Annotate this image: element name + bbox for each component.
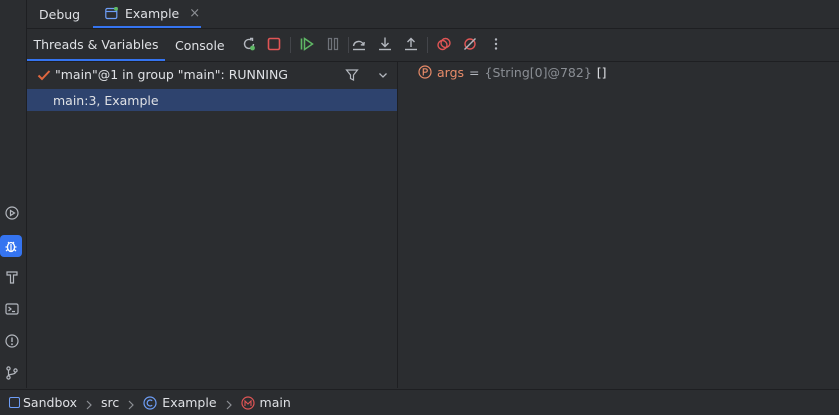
breadcrumb-class[interactable]: Example xyxy=(162,395,216,410)
tab-example[interactable]: Example × xyxy=(93,0,201,28)
project-icon xyxy=(9,397,20,408)
toolbar-divider xyxy=(348,37,349,53)
debug-tool-window-header: Debug Example × xyxy=(27,0,839,29)
breadcrumb-folder[interactable]: src xyxy=(101,395,119,410)
git-branch-icon[interactable] xyxy=(2,363,22,383)
thread-label: "main"@1 in group "main": RUNNING xyxy=(55,67,288,82)
tab-threads-variables[interactable]: Threads & Variables xyxy=(27,29,165,61)
variable-name: args xyxy=(437,64,465,80)
variable-equals: = xyxy=(469,64,480,80)
build-hammer-icon[interactable] xyxy=(2,267,22,287)
resume-icon[interactable] xyxy=(298,35,316,53)
tab-console[interactable]: Console xyxy=(175,29,225,61)
frame-label: main:3, Example xyxy=(53,92,159,108)
tab-threads-variables-label: Threads & Variables xyxy=(33,36,159,52)
step-out-icon[interactable] xyxy=(402,35,420,53)
problems-icon[interactable] xyxy=(2,331,22,351)
step-into-icon[interactable] xyxy=(376,35,394,53)
frame-row[interactable]: main:3, Example xyxy=(27,89,397,111)
tab-console-label: Console xyxy=(175,37,225,53)
chevron-right-icon xyxy=(225,398,233,409)
breadcrumb-method[interactable]: main xyxy=(260,395,291,410)
window-icon xyxy=(105,6,118,20)
method-icon xyxy=(240,395,255,410)
run-icon[interactable] xyxy=(2,203,22,223)
rerun-icon[interactable] xyxy=(240,35,258,53)
tab-example-label: Example xyxy=(125,5,180,21)
breadcrumb: Sandbox src Example main xyxy=(0,389,839,415)
chevron-down-icon[interactable] xyxy=(374,66,392,84)
variable-array: [] xyxy=(596,64,607,80)
debug-bug-icon[interactable] xyxy=(0,235,22,257)
variables-panel xyxy=(398,62,839,388)
pause-icon[interactable] xyxy=(324,35,342,53)
view-breakpoints-icon[interactable] xyxy=(435,35,453,53)
toolbar-divider xyxy=(290,37,291,53)
breadcrumb-project[interactable]: Sandbox xyxy=(23,395,77,410)
variable-row[interactable]: args = {String[0]@782} [] xyxy=(418,62,607,82)
parameter-icon xyxy=(418,65,432,79)
more-options-icon[interactable] xyxy=(487,35,505,53)
debug-title: Debug xyxy=(39,0,80,28)
stop-icon[interactable] xyxy=(265,35,283,53)
filter-icon[interactable] xyxy=(343,66,361,84)
step-over-icon[interactable] xyxy=(350,35,368,53)
variable-value: {String[0]@782} xyxy=(484,64,592,80)
checkmark-icon xyxy=(37,68,51,82)
left-tool-strip xyxy=(0,0,27,388)
terminal-icon[interactable] xyxy=(2,299,22,319)
close-icon[interactable]: × xyxy=(189,6,200,21)
chevron-right-icon xyxy=(85,398,93,409)
debug-title-label: Debug xyxy=(39,6,81,22)
toolbar-divider xyxy=(427,37,428,53)
mute-breakpoints-icon[interactable] xyxy=(461,35,479,53)
thread-selector[interactable]: "main"@1 in group "main": RUNNING xyxy=(27,62,397,87)
debugger-toolbar: Threads & Variables Console xyxy=(27,29,839,62)
chevron-right-icon xyxy=(127,398,135,409)
class-icon xyxy=(143,395,157,410)
